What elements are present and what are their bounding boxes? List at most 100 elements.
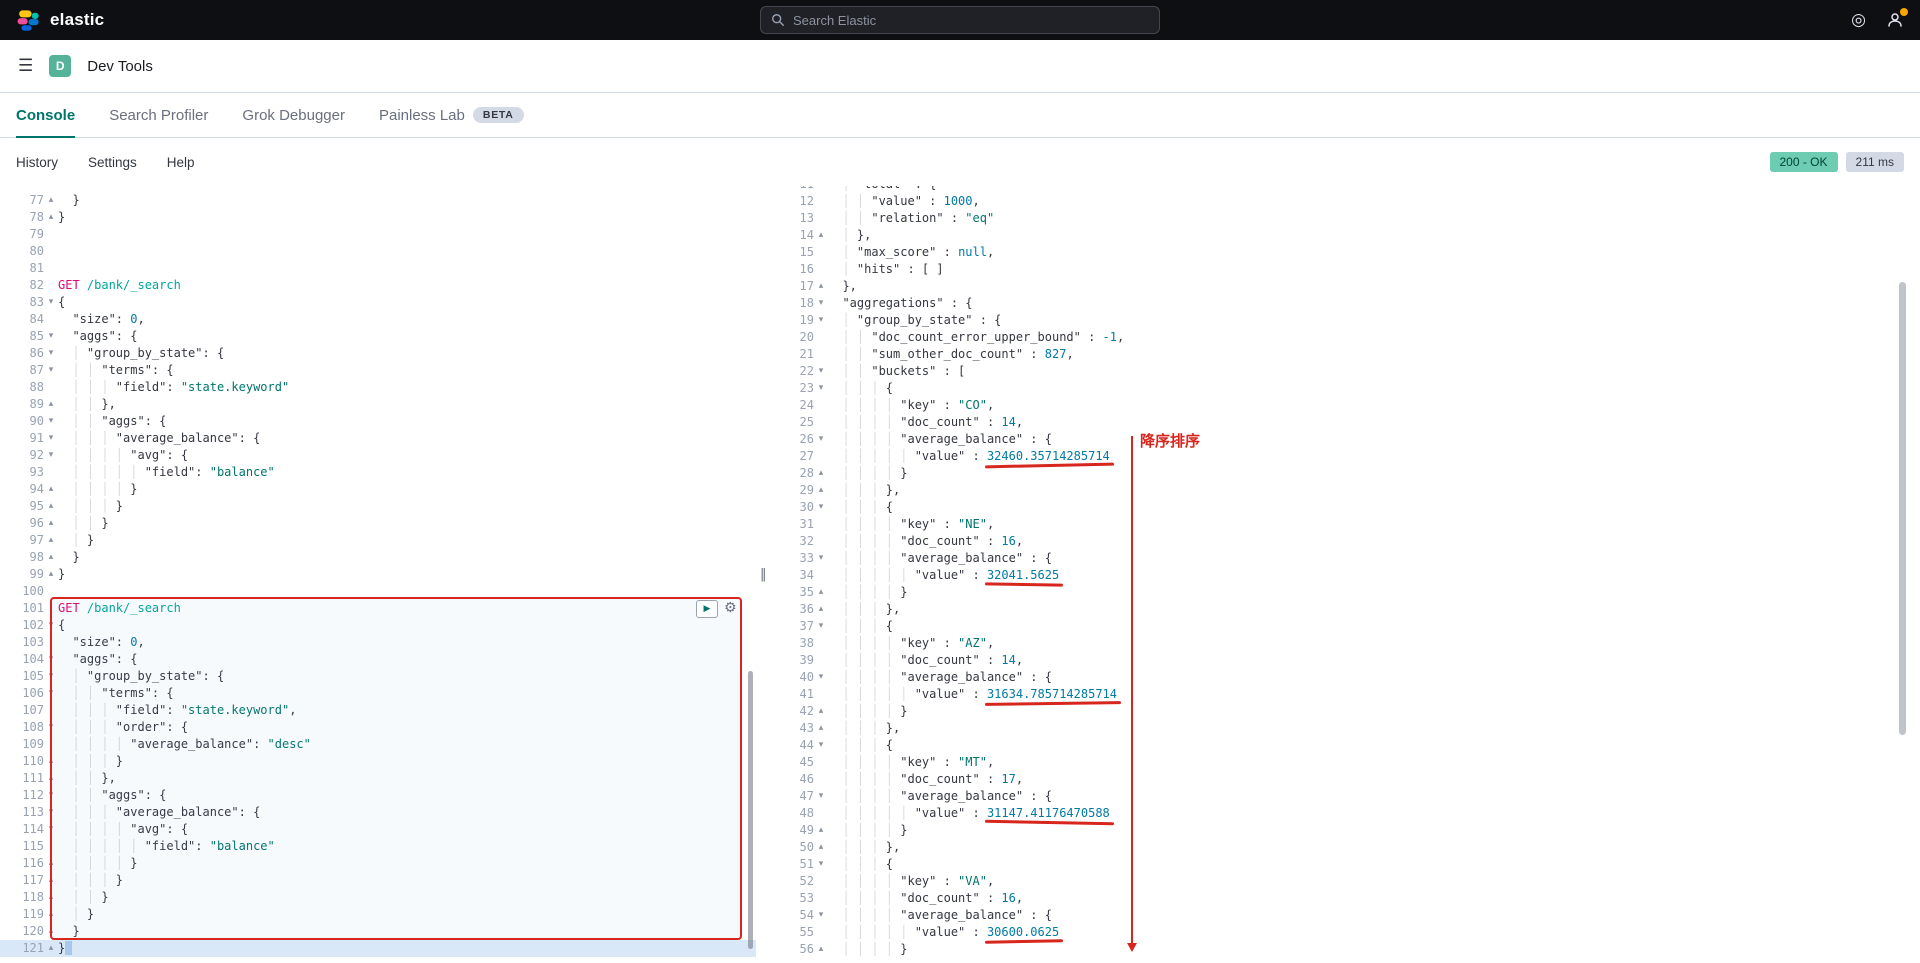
fold-toggle-icon[interactable]: ▾ — [44, 787, 58, 804]
tab-painless-lab[interactable]: Painless Lab BETA — [379, 93, 524, 137]
wrench-icon[interactable]: ⚙ — [724, 601, 737, 615]
fold-toggle-icon[interactable]: ▴ — [44, 498, 58, 515]
fold-toggle-icon[interactable]: ▴ — [814, 278, 828, 295]
editor-line[interactable]: 77▴ } — [0, 192, 756, 209]
panel-resizer[interactable]: ‖ — [756, 186, 776, 963]
editor-line[interactable]: 121▴} — [0, 940, 756, 957]
fold-toggle-icon[interactable]: ▾ — [44, 328, 58, 345]
editor-line[interactable]: 96▴ │ │ } — [0, 515, 756, 532]
fold-toggle-icon[interactable]: ▾ — [44, 362, 58, 379]
editor-line[interactable]: 102▾{ — [0, 617, 756, 634]
fold-toggle-icon[interactable]: ▴ — [44, 532, 58, 549]
fold-toggle-icon[interactable]: ▴ — [44, 209, 58, 226]
editor-line[interactable]: 120▴ } — [0, 923, 756, 940]
fold-toggle-icon[interactable]: ▾ — [814, 737, 828, 754]
fold-toggle-icon[interactable]: ▾ — [814, 856, 828, 873]
fold-toggle-icon[interactable]: ▾ — [44, 804, 58, 821]
editor-scrollbar[interactable] — [748, 671, 753, 949]
editor-line[interactable]: 91▾ │ │ │ "average_balance": { — [0, 430, 756, 447]
settings-link[interactable]: Settings — [88, 155, 137, 170]
editor-line[interactable]: 90▾ │ │ "aggs": { — [0, 413, 756, 430]
fold-toggle-icon[interactable]: ▴ — [814, 720, 828, 737]
fold-toggle-icon[interactable]: ▾ — [814, 907, 828, 924]
fold-toggle-icon[interactable]: ▴ — [44, 515, 58, 532]
fold-toggle-icon[interactable]: ▾ — [814, 499, 828, 516]
help-link[interactable]: Help — [167, 155, 195, 170]
fold-toggle-icon[interactable]: ▾ — [44, 617, 58, 634]
fold-toggle-icon[interactable]: ▴ — [814, 703, 828, 720]
fold-toggle-icon[interactable]: ▾ — [44, 430, 58, 447]
editor-line[interactable]: 92▾ │ │ │ │ "avg": { — [0, 447, 756, 464]
fold-toggle-icon[interactable]: ▾ — [814, 431, 828, 448]
fold-toggle-icon[interactable]: ▴ — [814, 482, 828, 499]
fold-toggle-icon[interactable]: ▴ — [44, 889, 58, 906]
editor-line[interactable]: 114▾ │ │ │ │ "avg": { — [0, 821, 756, 838]
fold-toggle-icon[interactable]: ▾ — [814, 380, 828, 397]
editor-line[interactable]: 86▾ │ "group_by_state": { — [0, 345, 756, 362]
send-request-button[interactable]: ▶ — [696, 600, 718, 618]
fold-toggle-icon[interactable]: ▾ — [44, 447, 58, 464]
editor-line[interactable]: 79 — [0, 226, 756, 243]
editor-line[interactable]: 117▴ │ │ │ } — [0, 872, 756, 889]
editor-line[interactable]: 104▾ "aggs": { — [0, 651, 756, 668]
fold-toggle-icon[interactable]: ▴ — [44, 753, 58, 770]
editor-line[interactable]: 78▴} — [0, 209, 756, 226]
fold-toggle-icon[interactable]: ▾ — [44, 719, 58, 736]
fold-toggle-icon[interactable]: ▴ — [44, 566, 58, 583]
fold-toggle-icon[interactable]: ▾ — [814, 669, 828, 686]
fold-toggle-icon[interactable]: ▾ — [44, 413, 58, 430]
fold-toggle-icon[interactable]: ▾ — [44, 294, 58, 311]
fold-toggle-icon[interactable]: ▾ — [814, 312, 828, 329]
editor-line[interactable]: 100 — [0, 583, 756, 600]
fold-toggle-icon[interactable]: ▾ — [44, 685, 58, 702]
tab-search-profiler[interactable]: Search Profiler — [109, 93, 208, 137]
editor-line[interactable]: 84 "size": 0, — [0, 311, 756, 328]
fold-toggle-icon[interactable]: ▴ — [814, 465, 828, 482]
editor-line[interactable]: 94▴ │ │ │ │ } — [0, 481, 756, 498]
fold-toggle-icon[interactable]: ▾ — [814, 363, 828, 380]
page-scrollbar[interactable] — [1899, 282, 1906, 735]
editor-line[interactable]: 105▾ │ "group_by_state": { — [0, 668, 756, 685]
fold-toggle-icon[interactable]: ▾ — [44, 668, 58, 685]
fold-toggle-icon[interactable]: ▾ — [814, 788, 828, 805]
editor-line[interactable]: 111▴ │ │ }, — [0, 770, 756, 787]
editor-line[interactable]: 93 │ │ │ │ │ "field": "balance" — [0, 464, 756, 481]
editor-line[interactable]: 113▾ │ │ │ "average_balance": { — [0, 804, 756, 821]
editor-line[interactable]: 88 │ │ │ "field": "state.keyword" — [0, 379, 756, 396]
editor-line[interactable]: 83▾{ — [0, 294, 756, 311]
fold-toggle-icon[interactable]: ▴ — [814, 839, 828, 856]
fold-toggle-icon[interactable]: ▴ — [44, 192, 58, 209]
fold-toggle-icon[interactable]: ▾ — [44, 345, 58, 362]
fold-toggle-icon[interactable]: ▴ — [44, 923, 58, 940]
fold-toggle-icon[interactable]: ▾ — [814, 186, 828, 193]
editor-line[interactable]: 85▾ "aggs": { — [0, 328, 756, 345]
search-input[interactable] — [793, 13, 1149, 28]
editor-line[interactable]: 97▴ │ } — [0, 532, 756, 549]
fold-toggle-icon[interactable]: ▴ — [44, 940, 58, 957]
space-avatar[interactable]: D — [49, 55, 71, 77]
fold-toggle-icon[interactable]: ▴ — [44, 872, 58, 889]
editor-line[interactable]: 95▴ │ │ │ } — [0, 498, 756, 515]
editor-line[interactable]: 115 │ │ │ │ │ "field": "balance" — [0, 838, 756, 855]
menu-hamburger-icon[interactable]: ☰ — [18, 56, 33, 76]
fold-toggle-icon[interactable]: ▾ — [814, 618, 828, 635]
fold-toggle-icon[interactable]: ▴ — [814, 822, 828, 839]
user-menu[interactable] — [1886, 11, 1904, 29]
editor-line[interactable]: 87▾ │ │ "terms": { — [0, 362, 756, 379]
global-search-bar[interactable] — [760, 6, 1160, 34]
help-icon[interactable]: ◎ — [1851, 12, 1866, 29]
editor-line[interactable]: 110▴ │ │ │ } — [0, 753, 756, 770]
editor-line[interactable]: 99▴} — [0, 566, 756, 583]
editor-line[interactable]: 89▴ │ │ }, — [0, 396, 756, 413]
editor-line[interactable]: 80 — [0, 243, 756, 260]
editor-line[interactable]: 81 — [0, 260, 756, 277]
fold-toggle-icon[interactable]: ▴ — [44, 855, 58, 872]
editor-line[interactable]: 116▴ │ │ │ │ } — [0, 855, 756, 872]
fold-toggle-icon[interactable]: ▾ — [814, 295, 828, 312]
fold-toggle-icon[interactable]: ▴ — [44, 770, 58, 787]
editor-line[interactable]: 107 │ │ │ "field": "state.keyword", — [0, 702, 756, 719]
fold-toggle-icon[interactable]: ▴ — [44, 549, 58, 566]
editor-line[interactable]: 98▴ } — [0, 549, 756, 566]
fold-toggle-icon[interactable]: ▴ — [44, 906, 58, 923]
editor-line[interactable]: 109 │ │ │ │ "average_balance": "desc" — [0, 736, 756, 753]
